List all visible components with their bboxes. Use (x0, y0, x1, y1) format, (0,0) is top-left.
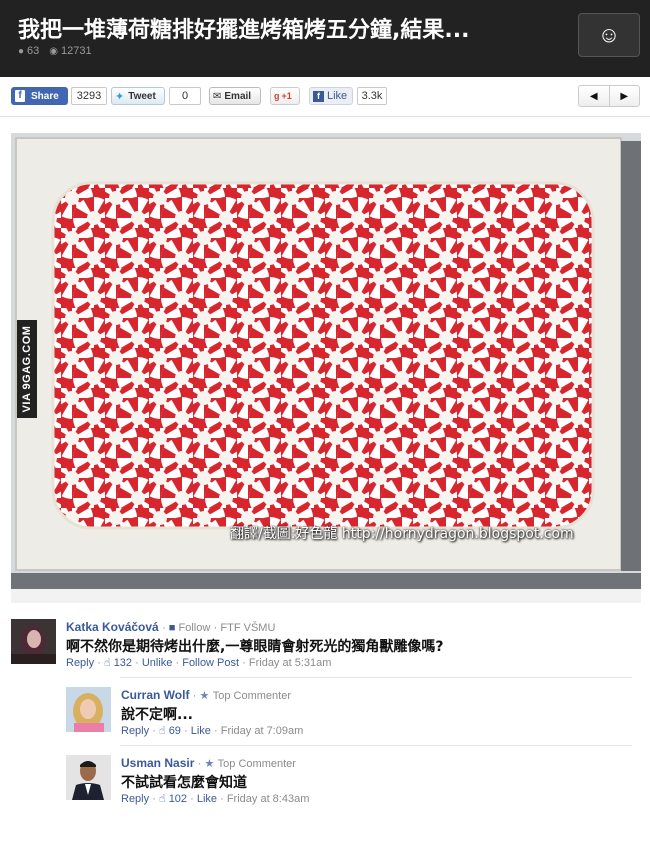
star-icon: ★ (199, 690, 210, 702)
google-plus-label: +1 (281, 91, 292, 101)
views-count-stat: ◉ 12731 (49, 45, 91, 57)
comment-actions: Reply · ☝ 69 · Like · Friday at 7:09am (121, 725, 304, 737)
commenter-meta: Top Commenter (217, 758, 296, 770)
comment-actions: Reply · ☝ 132 · Unlike · Follow Post · F… (66, 657, 332, 669)
comment-bubble-icon: ● (18, 46, 25, 57)
tweet-count: 0 (169, 87, 201, 105)
separator: · (162, 622, 169, 634)
thumbs-up-icon: ☝ (158, 793, 166, 805)
facebook-share-label: Share (31, 90, 59, 102)
follow-post-link[interactable]: Follow Post (182, 657, 239, 669)
follow-link[interactable]: ■ Follow (169, 622, 211, 634)
commenter-meta: FTF VŠMU (220, 622, 276, 634)
envelope-icon: ✉ (213, 90, 222, 102)
comment-text: 啊不然你是期待烤出什麼,一尊眼睛會射死光的獨角獸雕像嗎? (66, 639, 444, 655)
like-link[interactable]: Like (191, 725, 211, 737)
views-count: 12731 (61, 45, 92, 57)
tweet-button[interactable]: ✦ Tweet (111, 87, 165, 105)
smiley-button[interactable]: ☺ (578, 13, 640, 57)
divider (120, 677, 632, 678)
tweet-label: Tweet (128, 90, 156, 102)
avatar[interactable] (11, 619, 56, 664)
commenter-name[interactable]: Usman Nasir (121, 756, 194, 770)
email-button[interactable]: ✉ Email (209, 87, 261, 105)
comments-count: 63 (27, 45, 40, 57)
next-post-button[interactable]: ▶ (610, 86, 640, 106)
comment-text: 說不定啊... (121, 707, 193, 723)
via-9gag-text: VIA 9GAG.COM (21, 325, 33, 413)
thumbs-up-icon: ☝ (103, 657, 111, 669)
comment-time[interactable]: Friday at 8:43am (227, 793, 310, 805)
thumbs-up-icon: ☝ (158, 725, 166, 737)
email-label: Email (224, 90, 252, 102)
reply-link[interactable]: Reply (121, 725, 149, 737)
like-count: 69 (168, 725, 181, 737)
facebook-icon: f (313, 90, 324, 102)
comment-time[interactable]: Friday at 7:09am (221, 725, 304, 737)
like-count: 102 (168, 793, 188, 805)
facebook-share-count: 3293 (71, 87, 107, 105)
facebook-share-button[interactable]: f Share (11, 87, 68, 105)
avatar[interactable] (66, 755, 111, 800)
comment-text: 不試試看怎麼會知道 (121, 775, 247, 791)
facebook-icon: f (15, 90, 25, 102)
via-9gag-watermark: VIA 9GAG.COM (17, 320, 37, 418)
divider (120, 745, 632, 746)
like-count: 3.3k (357, 87, 387, 105)
commenter-name[interactable]: Katka Kováčová (66, 620, 159, 634)
reply-link[interactable]: Reply (66, 657, 94, 669)
like-label: Like (327, 90, 348, 102)
post-stats: ● 63 ◉ 12731 (18, 45, 92, 57)
commenter-meta: Top Commenter (212, 690, 292, 702)
eye-icon: ◉ (49, 46, 59, 57)
unlike-link[interactable]: Unlike (142, 657, 173, 669)
post-title: 我把一堆薄荷糖排好擺進烤箱烤五分鐘,結果... (18, 18, 470, 43)
post-header: 我把一堆薄荷糖排好擺進烤箱烤五分鐘,結果... ● 63 ◉ 12731 ☺ (0, 0, 650, 77)
share-bar: f Share 3293 ✦ Tweet 0 ✉ Email g +1 f Like 3.… (0, 77, 650, 117)
comment-actions: Reply · ☝ 102 · Like · Friday at 8:43am (121, 793, 310, 805)
previous-post-button[interactable]: ◀ (579, 86, 610, 106)
rss-icon: ■ (168, 622, 176, 634)
comments-count-stat: ● 63 (18, 45, 39, 57)
avatar[interactable] (66, 687, 111, 732)
like-count: 132 (113, 657, 133, 669)
star-icon: ★ (204, 758, 215, 770)
like-link[interactable]: Like (197, 793, 217, 805)
twitter-bird-icon: ✦ (115, 90, 125, 103)
smiley-icon: ☺ (597, 22, 621, 47)
triangle-left-icon: ◀ (589, 90, 598, 102)
post-pager: ◀ ▶ (578, 85, 640, 107)
image-credit: 翻譯/截圖:好色龍 http://hornydragon.blogspot.co… (230, 526, 574, 542)
reply-link[interactable]: Reply (121, 793, 149, 805)
comment-time[interactable]: Friday at 5:31am (249, 657, 332, 669)
triangle-right-icon: ▶ (620, 90, 629, 102)
google-plus-icon: g (274, 91, 280, 101)
google-plus-button[interactable]: g +1 (270, 87, 300, 105)
facebook-like-button[interactable]: f Like (309, 87, 353, 105)
commenter-name[interactable]: Curran Wolf (121, 688, 189, 702)
